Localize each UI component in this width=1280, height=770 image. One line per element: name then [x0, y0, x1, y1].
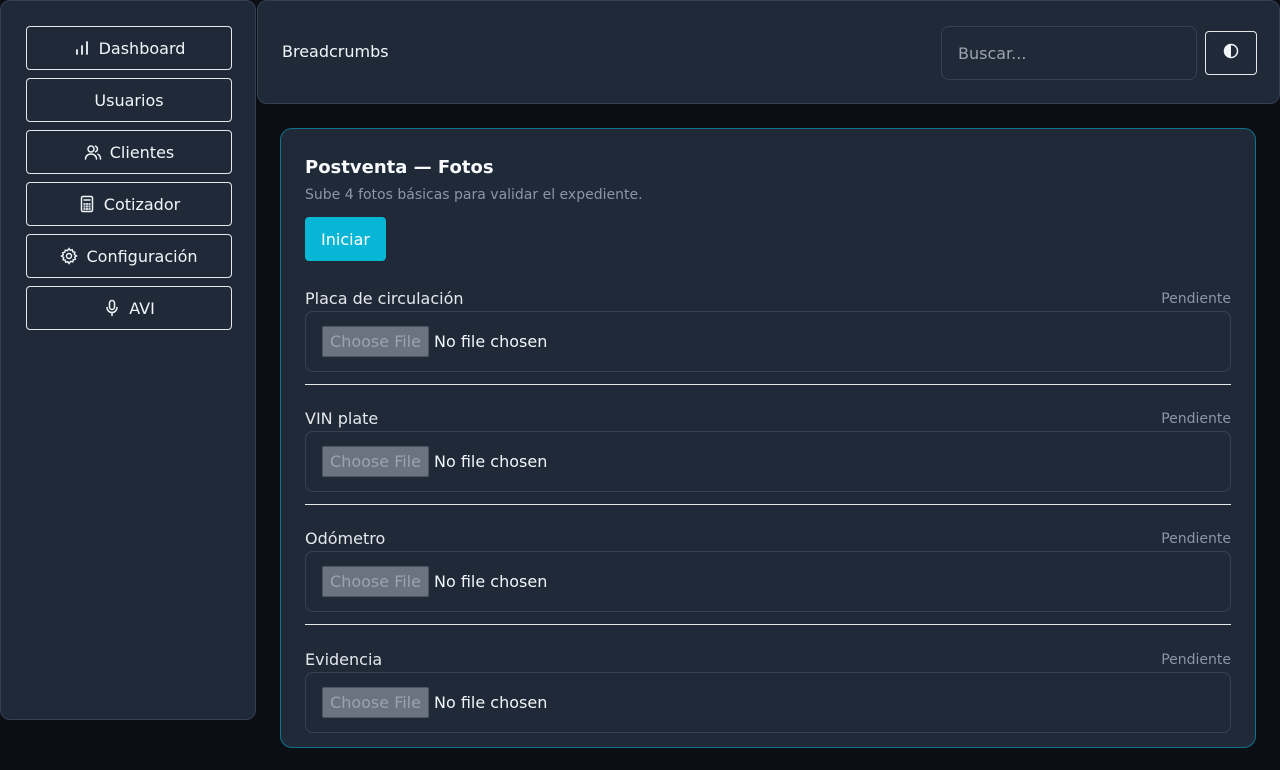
sidebar-item-avi[interactable]: AVI — [26, 286, 232, 330]
status-badge: Pendiente — [1161, 291, 1231, 307]
file-status-text: No file chosen — [434, 572, 548, 591]
gear-icon — [60, 247, 79, 265]
sidebar-item-label: Usuarios — [94, 90, 164, 110]
photo-row-placa: Placa de circulación Pendiente Choose Fi… — [305, 289, 1231, 409]
photo-row-vin: VIN plate Pendiente Choose File No file … — [305, 409, 1231, 529]
sidebar-item-clientes[interactable]: Clientes — [26, 130, 232, 174]
start-button[interactable]: Iniciar — [305, 217, 386, 261]
file-input: Choose File No file chosen — [305, 551, 1231, 612]
contrast-icon — [1223, 43, 1239, 63]
sidebar-item-dashboard[interactable]: Dashboard — [26, 26, 232, 70]
sidebar-item-label: Cotizador — [103, 194, 181, 214]
choose-file-button[interactable]: Choose File — [322, 687, 429, 718]
divider — [305, 504, 1231, 505]
choose-file-button[interactable]: Choose File — [322, 326, 429, 357]
users-icon — [84, 143, 102, 161]
top-header: Breadcrumbs — [257, 0, 1280, 104]
file-input: Choose File No file chosen — [305, 311, 1231, 372]
divider — [305, 384, 1231, 385]
postventa-photos-card: Postventa — Fotos Sube 4 fotos básicas p… — [280, 128, 1256, 748]
photo-row-evidencia: Evidencia Pendiente Choose File No file … — [305, 650, 1231, 770]
calculator-icon — [78, 195, 96, 213]
file-input: Choose File No file chosen — [305, 672, 1231, 733]
photo-label: VIN plate — [305, 409, 379, 428]
search-input[interactable] — [941, 26, 1197, 80]
sidebar-item-label: AVI — [129, 298, 155, 318]
file-status-text: No file chosen — [434, 693, 548, 712]
sidebar-item-label: Clientes — [109, 142, 175, 162]
sidebar-item-label: Configuración — [86, 246, 198, 266]
card-title: Postventa — Fotos — [305, 157, 494, 178]
file-status-text: No file chosen — [434, 332, 548, 351]
file-status-text: No file chosen — [434, 452, 548, 471]
sidebar: Dashboard Usuarios Clientes Cotizador Co… — [0, 0, 256, 720]
status-badge: Pendiente — [1161, 531, 1231, 547]
photo-label: Odómetro — [305, 529, 386, 548]
status-badge: Pendiente — [1161, 411, 1231, 427]
bar-chart-icon — [73, 39, 91, 57]
sidebar-item-label: Dashboard — [98, 38, 186, 58]
choose-file-button[interactable]: Choose File — [322, 566, 429, 597]
photo-label: Placa de circulación — [305, 289, 464, 308]
photo-label: Evidencia — [305, 650, 383, 669]
breadcrumb[interactable]: Breadcrumbs — [282, 42, 389, 61]
card-subtitle: Sube 4 fotos básicas para validar el exp… — [305, 187, 643, 203]
choose-file-button[interactable]: Choose File — [322, 446, 429, 477]
photo-row-odometro: Odómetro Pendiente Choose File No file c… — [305, 529, 1231, 649]
sidebar-item-configuracion[interactable]: Configuración — [26, 234, 232, 278]
sidebar-item-cotizador[interactable]: Cotizador — [26, 182, 232, 226]
divider — [305, 624, 1231, 625]
sidebar-item-usuarios[interactable]: Usuarios — [26, 78, 232, 122]
theme-toggle-button[interactable] — [1205, 31, 1257, 75]
file-input: Choose File No file chosen — [305, 431, 1231, 492]
microphone-icon — [103, 299, 121, 317]
status-badge: Pendiente — [1161, 652, 1231, 668]
